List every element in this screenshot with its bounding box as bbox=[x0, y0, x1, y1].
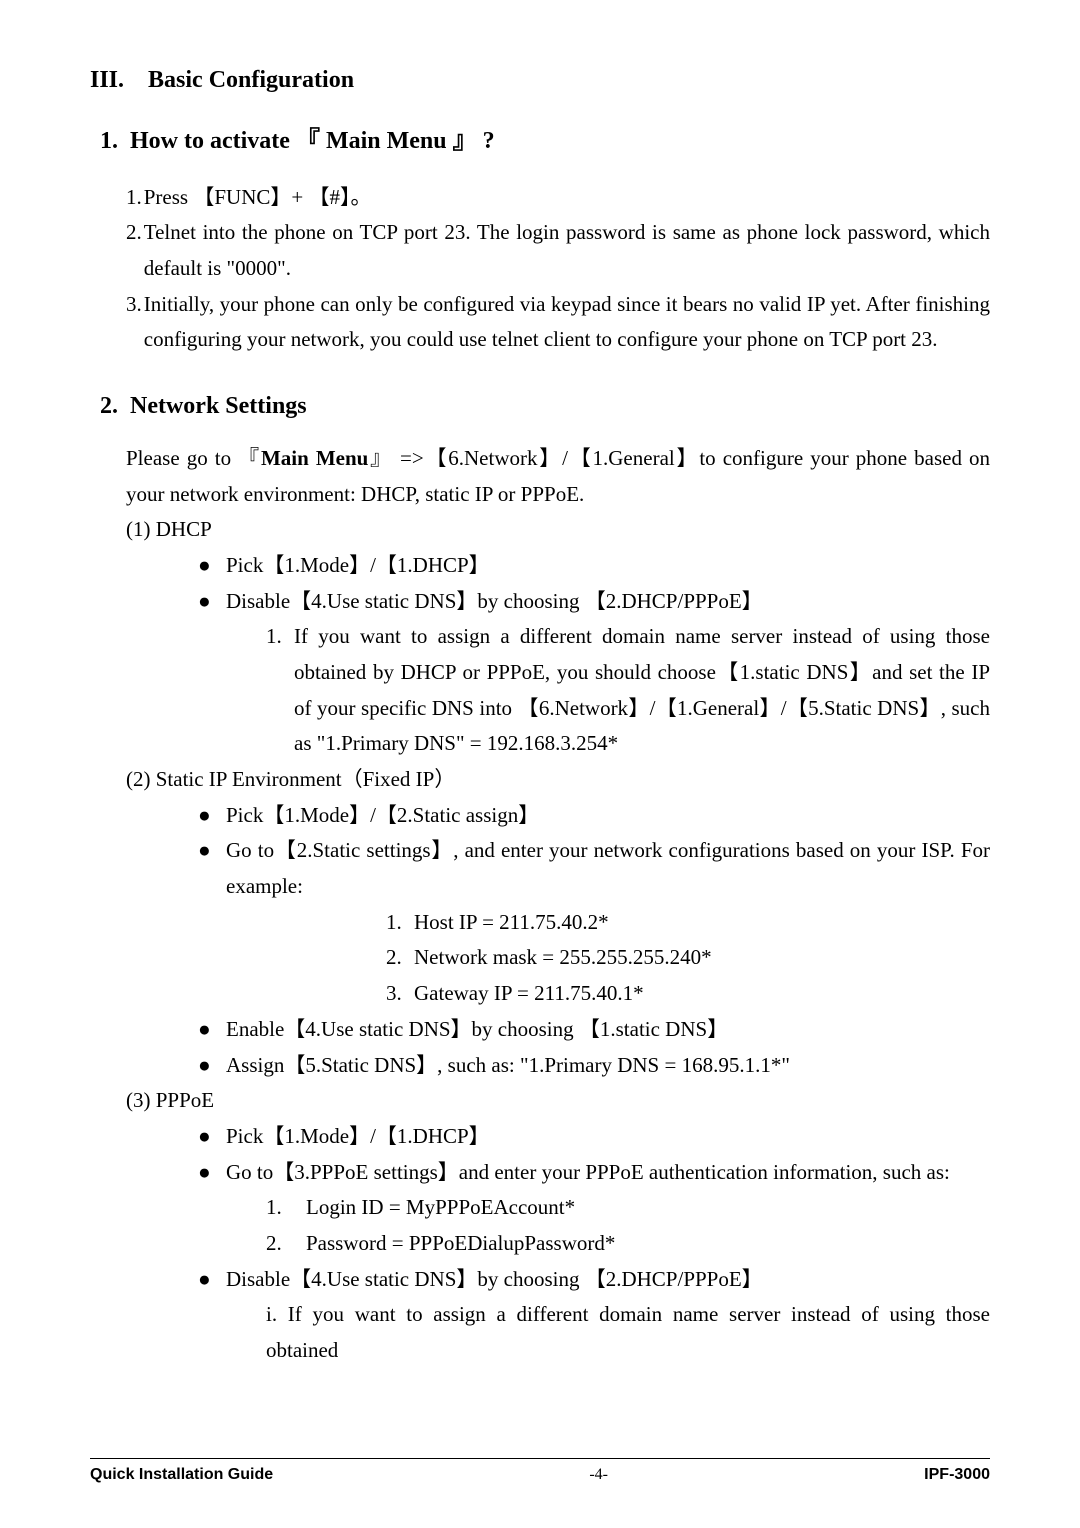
static-b4-text: Assign【5.Static DNS】, such as: "1.Primar… bbox=[226, 1048, 790, 1084]
section-heading: III. Basic Configuration bbox=[90, 60, 990, 101]
pppoe-b1-text: Pick【1.Mode】/【1.DHCP】 bbox=[226, 1119, 490, 1155]
network-intro: Please go to 『Main Menu』 =>【6.Network】/【… bbox=[126, 441, 990, 512]
static-e1-text: Host IP = 211.75.40.2* bbox=[414, 905, 609, 941]
static-example-3: 3. Gateway IP = 211.75.40.1* bbox=[386, 976, 990, 1012]
page-footer: Quick Installation Guide -4- IPF-3000 bbox=[90, 1458, 990, 1488]
intro-bold: Main Menu bbox=[261, 446, 368, 470]
pppoe-n2-text: Password = PPPoEDialupPassword* bbox=[306, 1226, 615, 1262]
static-heading: (2) Static IP Environment（Fixed IP） bbox=[126, 762, 990, 798]
sub1-quote-open: 『 bbox=[296, 128, 320, 154]
activate-1b: 【FUNC】+ 【#】。 bbox=[193, 185, 371, 209]
sub1-title-suffix: ? bbox=[483, 128, 495, 154]
static-e3-text: Gateway IP = 211.75.40.1* bbox=[414, 976, 644, 1012]
sub1-number: 1. bbox=[100, 128, 118, 154]
static-example-1: 1. Host IP = 211.75.40.2* bbox=[386, 905, 990, 941]
footer-page-number: -4- bbox=[589, 1461, 608, 1488]
pppoe-bullet-1: ● Pick【1.Mode】/【1.DHCP】 bbox=[198, 1119, 990, 1155]
dhcp-b1-text: Pick【1.Mode】/【1.DHCP】 bbox=[226, 548, 490, 584]
sub2-number: 2. bbox=[100, 393, 118, 419]
subsection-2-heading: 2. Network Settings bbox=[100, 386, 990, 427]
static-example-2: 2. Network mask = 255.255.255.240* bbox=[386, 940, 990, 976]
static-b2-text: Go to【2.Static settings】, and enter your… bbox=[226, 833, 990, 904]
static-b3-text: Enable【4.Use static DNS】by choosing 【1.s… bbox=[226, 1012, 728, 1048]
activate-body: 1. Press 【FUNC】+ 【#】。 2. Telnet into the… bbox=[126, 180, 990, 358]
intro-a: Please go to 『 bbox=[126, 446, 261, 470]
activate-2-text: Telnet into the phone on TCP port 23. Th… bbox=[144, 215, 990, 286]
bullet-icon: ● bbox=[198, 1155, 226, 1191]
bullet-icon: ● bbox=[198, 584, 226, 620]
sub2-title: Network Settings bbox=[130, 393, 307, 419]
bullet-icon: ● bbox=[198, 1048, 226, 1084]
dhcp-b2-text: Disable【4.Use static DNS】by choosing 【2.… bbox=[226, 584, 763, 620]
section-title: Basic Configuration bbox=[148, 67, 354, 93]
dhcp-inner-1: 1. If you want to assign a different dom… bbox=[266, 619, 990, 762]
static-e2-num: 2. bbox=[386, 940, 414, 976]
footer-right: IPF-3000 bbox=[924, 1461, 990, 1488]
pppoe-example-2: 2. Password = PPPoEDialupPassword* bbox=[266, 1226, 990, 1262]
page: III. Basic Configuration 1. How to activ… bbox=[0, 0, 1080, 1528]
sub1-quote-close: 』 bbox=[453, 128, 477, 154]
activate-item-3: 3. Initially, your phone can only be con… bbox=[126, 287, 990, 358]
sub1-title-bold: Main Menu bbox=[326, 128, 447, 154]
pppoe-i-note: i. If you want to assign a different dom… bbox=[266, 1297, 990, 1368]
activate-3-text: Initially, your phone can only be config… bbox=[144, 287, 990, 358]
pppoe-bullet-2: ● Go to【3.PPPoE settings】and enter your … bbox=[198, 1155, 990, 1191]
bullet-icon: ● bbox=[198, 1119, 226, 1155]
dhcp-n1-text: If you want to assign a different domain… bbox=[294, 619, 990, 762]
dhcp-bullet-2: ● Disable【4.Use static DNS】by choosing 【… bbox=[198, 584, 990, 620]
footer-left: Quick Installation Guide bbox=[90, 1461, 273, 1488]
pppoe-n1-text: Login ID = MyPPPoEAccount* bbox=[306, 1190, 575, 1226]
dhcp-bullet-1: ● Pick【1.Mode】/【1.DHCP】 bbox=[198, 548, 990, 584]
dhcp-n1-num: 1. bbox=[266, 619, 294, 762]
sub1-title-prefix: How to activate bbox=[130, 128, 296, 154]
static-bullet-2: ● Go to【2.Static settings】, and enter yo… bbox=[198, 833, 990, 904]
network-body: Please go to 『Main Menu』 =>【6.Network】/【… bbox=[126, 441, 990, 1369]
pppoe-n1-num: 1. bbox=[266, 1190, 306, 1226]
pppoe-heading: (3) PPPoE bbox=[126, 1083, 990, 1119]
pppoe-b2-text: Go to【3.PPPoE settings】and enter your PP… bbox=[226, 1155, 950, 1191]
pppoe-n2-num: 2. bbox=[266, 1226, 306, 1262]
bullet-icon: ● bbox=[198, 833, 226, 904]
activate-1-text: Press 【FUNC】+ 【#】。 bbox=[144, 180, 372, 216]
activate-2-num: 2. bbox=[126, 215, 142, 286]
bullet-icon: ● bbox=[198, 548, 226, 584]
pppoe-bullet-3: ● Disable【4.Use static DNS】by choosing 【… bbox=[198, 1262, 990, 1298]
pppoe-b3-text: Disable【4.Use static DNS】by choosing 【2.… bbox=[226, 1262, 763, 1298]
static-e3-num: 3. bbox=[386, 976, 414, 1012]
section-number: III. bbox=[90, 67, 124, 93]
activate-item-2: 2. Telnet into the phone on TCP port 23.… bbox=[126, 215, 990, 286]
activate-1-num: 1. bbox=[126, 180, 142, 216]
static-bullet-1: ● Pick【1.Mode】/【2.Static assign】 bbox=[198, 798, 990, 834]
bullet-icon: ● bbox=[198, 1262, 226, 1298]
static-bullet-3: ● Enable【4.Use static DNS】by choosing 【1… bbox=[198, 1012, 990, 1048]
dhcp-heading: (1) DHCP bbox=[126, 512, 990, 548]
static-e1-num: 1. bbox=[386, 905, 414, 941]
subsection-1-heading: 1. How to activate 『 Main Menu 』 ? bbox=[100, 121, 990, 162]
static-bullet-4: ● Assign【5.Static DNS】, such as: "1.Prim… bbox=[198, 1048, 990, 1084]
pppoe-example-1: 1. Login ID = MyPPPoEAccount* bbox=[266, 1190, 990, 1226]
bullet-icon: ● bbox=[198, 1012, 226, 1048]
static-e2-text: Network mask = 255.255.255.240* bbox=[414, 940, 712, 976]
static-b1-text: Pick【1.Mode】/【2.Static assign】 bbox=[226, 798, 539, 834]
activate-item-1: 1. Press 【FUNC】+ 【#】。 bbox=[126, 180, 990, 216]
activate-3-num: 3. bbox=[126, 287, 142, 358]
activate-1a: Press bbox=[144, 185, 194, 209]
bullet-icon: ● bbox=[198, 798, 226, 834]
